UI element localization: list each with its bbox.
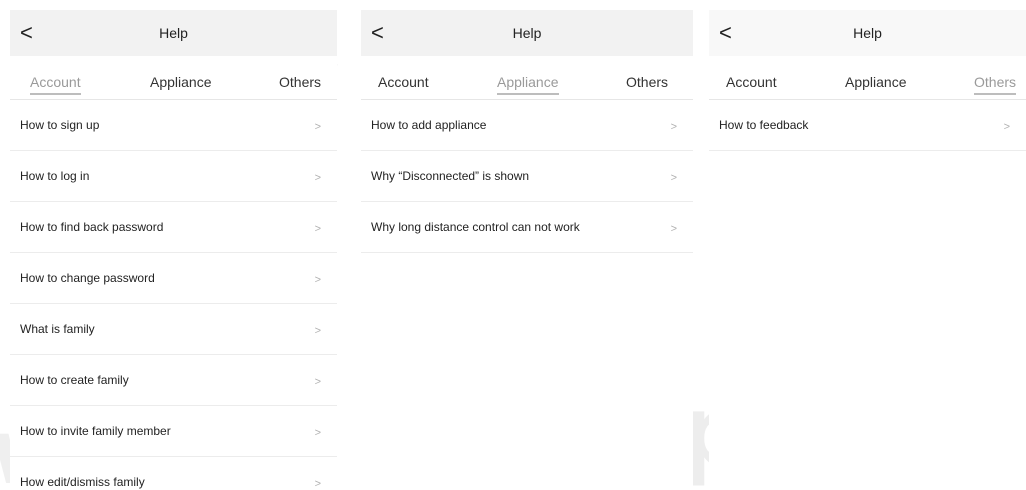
tab-appliance[interactable]: Appliance <box>497 74 559 95</box>
list-item[interactable]: How to create family > <box>10 355 337 406</box>
list-item-label: Why long distance control can not work <box>371 220 580 234</box>
chevron-right-icon: > <box>314 172 321 184</box>
list-item-label: How to add appliance <box>371 118 487 132</box>
help-list: How to add appliance > Why “Disconnected”… <box>361 100 693 253</box>
list-item-label: How to feedback <box>719 118 809 132</box>
list-item-label: How to change password <box>20 271 155 285</box>
help-screen-appliance: < Help Account Appliance Others How to a… <box>361 10 693 490</box>
page-title: Help <box>512 25 542 41</box>
list-item-label: Why “Disconnected” is shown <box>371 169 530 183</box>
list-item-label: How to create family <box>20 373 129 387</box>
tab-account[interactable]: Account <box>30 74 81 95</box>
tab-others[interactable]: Others <box>974 74 1017 95</box>
list-item[interactable]: How to invite family member > <box>10 406 337 457</box>
help-screen-account: < Help Account Appliance Others How to s… <box>10 10 337 490</box>
chevron-right-icon: > <box>314 376 321 388</box>
help-screen-others: < Help Account Appliance Others How to f… <box>709 10 1026 490</box>
list-item[interactable]: Why “Disconnected” is shown > <box>361 151 693 202</box>
list-item[interactable]: How to add appliance > <box>361 100 693 151</box>
chevron-right-icon: > <box>314 223 321 235</box>
chevron-right-icon: > <box>314 325 321 337</box>
list-item-label: How to log in <box>20 169 90 183</box>
page-title: Help <box>159 25 188 41</box>
tab-bar: Account Appliance Others <box>10 56 337 100</box>
chevron-right-icon: > <box>670 172 677 184</box>
tab-others[interactable]: Others <box>626 74 668 90</box>
list-item[interactable]: How to log in > <box>10 151 337 202</box>
tab-account[interactable]: Account <box>378 74 429 90</box>
tab-others[interactable]: Others <box>279 74 321 90</box>
list-item[interactable]: How to find back password > <box>10 202 337 253</box>
chevron-right-icon: > <box>314 427 321 439</box>
list-item-label: How to find back password <box>20 220 164 234</box>
list-item[interactable]: How to feedback > <box>709 100 1026 151</box>
header: < Help <box>361 10 693 56</box>
chevron-right-icon: > <box>670 223 677 235</box>
tab-appliance[interactable]: Appliance <box>150 74 212 90</box>
page-title: Help <box>853 25 882 41</box>
chevron-right-icon: > <box>1003 121 1010 133</box>
help-list: How to feedback > <box>709 100 1026 151</box>
tab-account[interactable]: Account <box>726 74 777 90</box>
list-item[interactable]: How edit/dismiss family > <box>10 457 337 490</box>
tab-bar: Account Appliance Others <box>361 56 693 100</box>
list-item-label: How to invite family member <box>20 424 171 438</box>
header: < Help <box>709 10 1026 56</box>
list-item[interactable]: How to change password > <box>10 253 337 304</box>
chevron-right-icon: > <box>670 121 677 133</box>
list-item[interactable]: How to sign up > <box>10 100 337 151</box>
chevron-right-icon: > <box>314 274 321 286</box>
header: < Help <box>10 10 337 56</box>
chevron-right-icon: > <box>314 478 321 490</box>
list-item-label: How edit/dismiss family <box>20 475 145 489</box>
tab-appliance[interactable]: Appliance <box>845 74 907 90</box>
chevron-right-icon: > <box>314 121 321 133</box>
help-list: How to sign up > How to log in > How to fi… <box>10 100 337 490</box>
tab-bar: Account Appliance Others <box>709 56 1026 100</box>
list-item-label: What is family <box>20 322 95 336</box>
list-item-label: How to sign up <box>20 118 100 132</box>
list-item[interactable]: Why long distance control can not work > <box>361 202 693 253</box>
list-item[interactable]: What is family > <box>10 304 337 355</box>
